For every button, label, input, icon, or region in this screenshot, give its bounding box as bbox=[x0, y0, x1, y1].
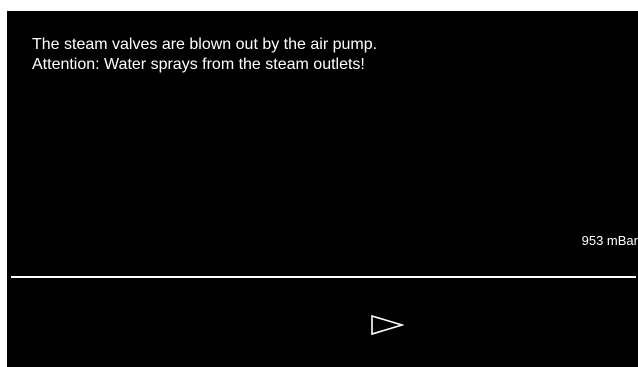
next-button[interactable] bbox=[362, 307, 412, 343]
message-line-1: The steam valves are blown out by the ai… bbox=[32, 36, 378, 53]
instruction-message: The steam valves are blown out by the ai… bbox=[32, 35, 612, 75]
play-arrow-icon bbox=[371, 314, 404, 336]
divider bbox=[11, 276, 636, 278]
display-panel: The steam valves are blown out by the ai… bbox=[7, 11, 638, 367]
pressure-readout: 953 mBar bbox=[581, 233, 638, 248]
message-line-2: Attention: Water sprays from the steam o… bbox=[32, 56, 365, 73]
